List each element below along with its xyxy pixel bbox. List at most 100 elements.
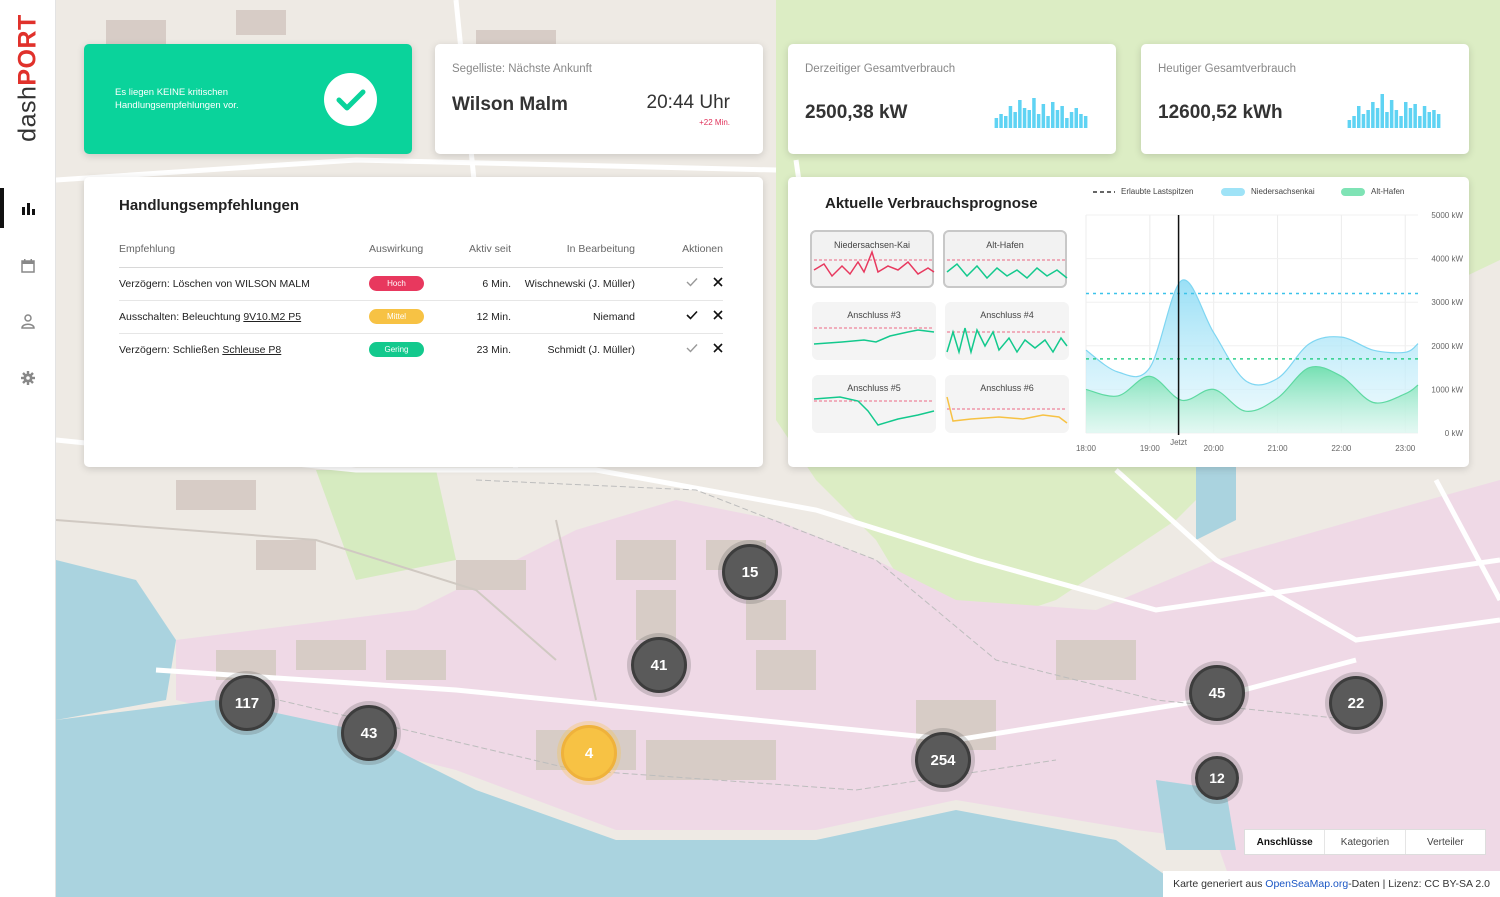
mini-bar: [1385, 112, 1389, 128]
legend-swatch: [1221, 187, 1245, 196]
spark-niedersachsen-kai[interactable]: Niedersachsen-Kai: [810, 230, 935, 288]
dismiss-button[interactable]: [713, 343, 723, 356]
nav-settings[interactable]: [0, 358, 56, 398]
mini-bar: [1399, 116, 1403, 128]
arrival-card[interactable]: Segelliste: Nächste Ankunft Wilson Malm …: [435, 44, 763, 154]
gear-icon: [21, 371, 35, 385]
spark-anschluss-6[interactable]: Anschluss #6: [945, 375, 1069, 433]
confirm-button[interactable]: [686, 277, 698, 290]
check-circle: [324, 73, 377, 126]
mini-bar: [1018, 100, 1022, 128]
spark-chart: [946, 396, 1068, 424]
daily-consumption-label: Heutiger Gesamtverbrauch: [1158, 63, 1297, 75]
assignee: Schmidt (J. Müller): [547, 343, 635, 356]
map-cluster[interactable]: 12: [1195, 756, 1239, 800]
check-icon: [686, 278, 698, 287]
table-row[interactable]: Verzögern: Löschen von WILSON MALM Hoch …: [119, 267, 723, 301]
table-row[interactable]: Ausschalten: Beleuchtung 9V10.M2 P5 Mitt…: [119, 300, 723, 334]
mini-bar: [1008, 106, 1013, 128]
recommendation-text: Verzögern: Löschen von WILSON MALM: [119, 267, 369, 301]
recommendation-text: Verzögern: Schließen Schleuse P8: [119, 333, 369, 366]
col-in-bearbeitung: In Bearbeitung: [511, 241, 635, 268]
x-tick-label: 19:00: [1140, 444, 1161, 453]
impact-badge: Hoch: [369, 276, 424, 291]
current-consumption-card[interactable]: Derzeitiger Gesamtverbrauch 2500,38 kW: [788, 44, 1116, 154]
recommendation-link[interactable]: 9V10.M2 P5: [243, 311, 301, 323]
forecast-card: Aktuelle Verbrauchsprognose Niedersachse…: [788, 177, 1469, 467]
tab-verteiler[interactable]: Verteiler: [1406, 830, 1485, 854]
attribution-prefix: Karte generiert aus: [1173, 878, 1266, 890]
map-cluster[interactable]: 117: [219, 675, 275, 731]
attribution-suffix: -Daten | Lizenz: CC BY-SA 2.0: [1348, 878, 1490, 890]
alert-card: Es liegen KEINE kritischen Handlungsempf…: [84, 44, 412, 154]
spark-anschluss-4[interactable]: Anschluss #4: [945, 302, 1069, 360]
close-icon: [713, 277, 723, 287]
spark-anschluss-5[interactable]: Anschluss #5: [812, 375, 936, 433]
mini-bar: [1404, 102, 1408, 128]
legend-limit: Erlaubte Lastspitzen: [1093, 187, 1194, 196]
sidebar: dashPORT: [0, 0, 56, 897]
mini-bar: [1432, 110, 1436, 128]
tab-kategorien[interactable]: Kategorien: [1325, 830, 1406, 854]
map-cluster[interactable]: 15: [722, 544, 778, 600]
check-icon: [686, 310, 698, 320]
active-since: 23 Min.: [476, 343, 511, 356]
dismiss-button[interactable]: [713, 277, 723, 290]
mini-bar: [1361, 114, 1366, 128]
mini-bar: [1413, 104, 1417, 128]
table-header: Empfehlung Auswirkung Aktiv seit In Bear…: [119, 241, 723, 268]
table-row[interactable]: Verzögern: Schließen Schleuse P8 Gering …: [119, 333, 723, 366]
dismiss-button[interactable]: [713, 310, 723, 323]
col-aktiv-seit: Aktiv seit: [449, 241, 511, 268]
recommendation-link[interactable]: Schleuse P8: [222, 344, 281, 356]
tab-anschluesse[interactable]: Anschlüsse: [1245, 830, 1326, 854]
mini-bar: [1069, 112, 1074, 128]
check-icon: [336, 89, 365, 110]
col-aktionen: Aktionen: [635, 241, 723, 268]
nav-user[interactable]: [0, 301, 56, 341]
bar-chart-icon: [22, 203, 35, 215]
spark-anschluss-3[interactable]: Anschluss #3: [812, 302, 936, 360]
map-cluster-warning[interactable]: 4: [561, 725, 617, 781]
map-cluster[interactable]: 41: [631, 637, 687, 693]
mini-bar: [1422, 106, 1427, 128]
recommendations-table: Empfehlung Auswirkung Aktiv seit In Bear…: [119, 241, 723, 366]
map-cluster[interactable]: 254: [915, 732, 971, 788]
mini-bar: [1389, 100, 1394, 128]
confirm-button[interactable]: [686, 310, 698, 323]
map-attribution: Karte generiert aus OpenSeaMap.org -Date…: [1163, 871, 1500, 897]
mini-bar: [999, 114, 1003, 128]
legend-label: Erlaubte Lastspitzen: [1121, 187, 1194, 196]
recommendation-action: Verzögern: Löschen von WILSON MALM: [119, 277, 310, 290]
close-icon: [713, 343, 723, 353]
spark-chart: [813, 327, 935, 345]
check-icon: [686, 344, 698, 353]
nav-calendar[interactable]: [0, 246, 56, 286]
confirm-button[interactable]: [686, 343, 698, 356]
mini-bar: [994, 118, 999, 128]
mini-bar: [1083, 116, 1088, 128]
daily-consumption-card[interactable]: Heutiger Gesamtverbrauch 12600,52 kWh: [1141, 44, 1469, 154]
forecast-chart[interactable]: Jetzt 18:00 19:00 20:00 21:00 22:00 23:00 5000 …: [1076, 205, 1466, 465]
legend-label: Niedersachsenkai: [1251, 187, 1315, 196]
recommendation-text: Ausschalten: Beleuchtung 9V10.M2 P5: [119, 300, 369, 334]
mini-bar: [1004, 116, 1008, 128]
mini-bar: [1060, 106, 1064, 128]
map-cluster[interactable]: 43: [341, 705, 397, 761]
forecast-title: Aktuelle Verbrauchsprognose: [825, 195, 1038, 212]
mini-bar: [1022, 108, 1027, 128]
openseamap-link[interactable]: OpenSeaMap.org: [1265, 878, 1348, 890]
spark-alt-hafen[interactable]: Alt-Hafen: [943, 230, 1068, 288]
map-cluster[interactable]: 45: [1189, 665, 1245, 721]
nav-dashboard[interactable]: [0, 188, 56, 228]
mini-bar: [1013, 112, 1017, 128]
daily-consumption-bars: [1347, 94, 1441, 128]
arrival-label: Segelliste: Nächste Ankunft: [452, 63, 592, 75]
row-actions: [635, 267, 723, 301]
mini-bar: [1032, 98, 1036, 128]
legend-alt-hafen: Alt-Hafen: [1341, 187, 1404, 196]
map-cluster[interactable]: 22: [1329, 676, 1383, 730]
y-tick-label: 0 kW: [1445, 429, 1464, 438]
mini-bar: [1366, 110, 1370, 128]
current-consumption-value: 2500,38 kW: [805, 102, 908, 123]
